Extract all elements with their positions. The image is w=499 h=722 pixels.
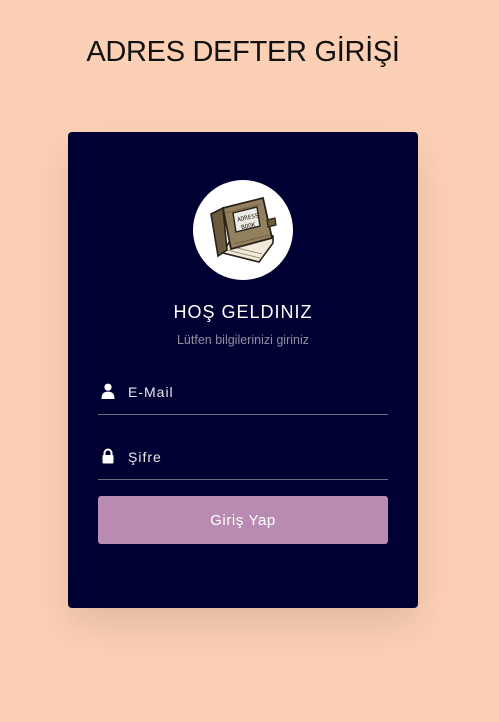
email-input[interactable] <box>126 380 385 404</box>
login-card: ADRESS BOOK HOŞ GELDINIZ Lütfen bilgiler… <box>68 132 418 608</box>
login-button[interactable]: Giriş Yap <box>98 496 388 544</box>
subtitle: Lütfen bilgilerinizi giriniz <box>176 333 309 347</box>
welcome-heading: HOŞ GELDINIZ <box>173 302 313 322</box>
avatar: ADRESS BOOK <box>193 180 293 280</box>
page-title: ADRES DEFTER GİRİŞİ <box>86 36 400 68</box>
password-field <box>98 441 388 480</box>
address-book-icon: ADRESS BOOK <box>210 196 277 263</box>
user-icon <box>101 383 115 399</box>
password-input[interactable] <box>126 445 385 469</box>
email-field <box>98 376 388 415</box>
lock-icon <box>102 448 114 464</box>
